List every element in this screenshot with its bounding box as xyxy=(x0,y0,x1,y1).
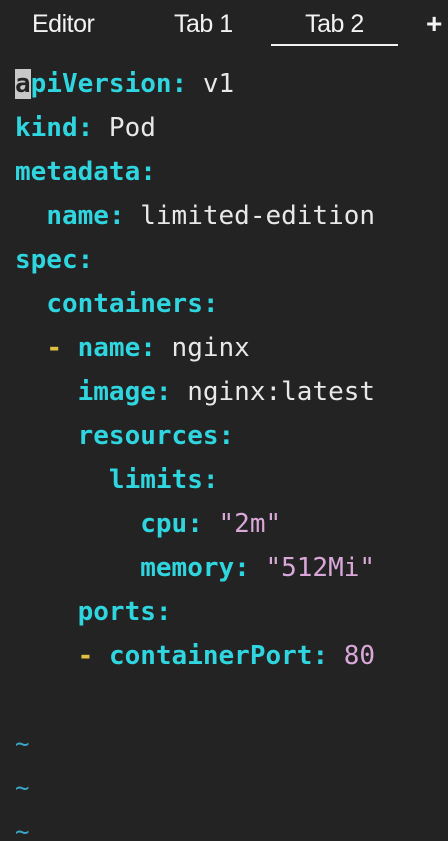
yaml-colon: : xyxy=(77,245,94,275)
yaml-key: memory xyxy=(140,553,235,583)
code-editor[interactable]: apiVersion: v1 kind: Pod metadata: name:… xyxy=(0,62,448,841)
yaml-key: cpu xyxy=(140,509,188,539)
yaml-colon: : xyxy=(155,377,172,407)
code-line: cpu: "2m" xyxy=(15,502,281,546)
yaml-list-dash: - xyxy=(77,641,109,671)
code-line: memory: "512Mi" xyxy=(15,546,375,590)
code-line: containers: xyxy=(15,282,219,326)
yaml-key: metadata xyxy=(15,157,141,187)
yaml-colon: : xyxy=(140,157,156,187)
yaml-colon: : xyxy=(187,509,203,539)
tab-bar: Editor Tab 1 Tab 2 + xyxy=(0,0,448,50)
yaml-colon: : xyxy=(77,113,94,143)
code-line: - name: nginx xyxy=(15,326,250,370)
code-line: metadata: xyxy=(15,150,156,194)
tab-editor[interactable]: Editor xyxy=(32,6,95,44)
tab-1[interactable]: Tab 1 xyxy=(174,6,233,44)
yaml-value: limited-edition xyxy=(124,201,376,231)
empty-line-tilde: ~ xyxy=(15,774,30,802)
yaml-key: containerPort xyxy=(108,641,313,671)
empty-line-tilde: ~ xyxy=(15,818,30,841)
yaml-value: Pod xyxy=(93,113,156,143)
code-line: spec: xyxy=(15,238,93,282)
yaml-colon: : xyxy=(140,333,156,363)
yaml-value: v1 xyxy=(187,69,235,99)
text-cursor: a xyxy=(15,69,31,99)
code-line: ports: xyxy=(15,590,172,634)
yaml-number: 80 xyxy=(343,641,376,671)
yaml-colon: : xyxy=(234,553,250,583)
yaml-colon: : xyxy=(312,641,329,671)
yaml-colon: : xyxy=(202,289,219,319)
yaml-key: image xyxy=(77,377,156,407)
yaml-key: kind xyxy=(15,113,78,143)
yaml-value: nginx:latest xyxy=(171,377,376,407)
code-line: - containerPort: 80 xyxy=(15,634,375,678)
code-line: limits: xyxy=(15,458,219,502)
yaml-list-dash: - xyxy=(46,333,78,363)
yaml-key: name xyxy=(77,333,141,363)
yaml-key: piVersion xyxy=(30,69,172,99)
yaml-key: name xyxy=(46,201,109,231)
yaml-string: "512Mi" xyxy=(265,553,376,583)
yaml-value: nginx xyxy=(155,333,250,363)
tab-2[interactable]: Tab 2 xyxy=(271,6,398,46)
code-line: apiVersion: v1 xyxy=(15,62,234,106)
yaml-key: ports xyxy=(77,597,156,627)
yaml-colon: : xyxy=(171,69,188,99)
code-line: kind: Pod xyxy=(15,106,156,150)
code-line: image: nginx:latest xyxy=(15,370,375,414)
yaml-colon: : xyxy=(155,597,172,627)
yaml-key: resources xyxy=(77,421,219,451)
empty-line-tilde: ~ xyxy=(15,730,30,758)
yaml-colon: : xyxy=(108,201,125,231)
add-tab-plus-icon[interactable]: + xyxy=(426,6,442,44)
code-line: name: limited-edition xyxy=(15,194,375,238)
yaml-colon: : xyxy=(202,465,219,495)
yaml-key: spec xyxy=(15,245,78,275)
yaml-key: containers xyxy=(46,289,203,319)
yaml-key: limits xyxy=(108,465,203,495)
yaml-string: "2m" xyxy=(218,509,282,539)
code-line: resources: xyxy=(15,414,235,458)
yaml-colon: : xyxy=(218,421,235,451)
